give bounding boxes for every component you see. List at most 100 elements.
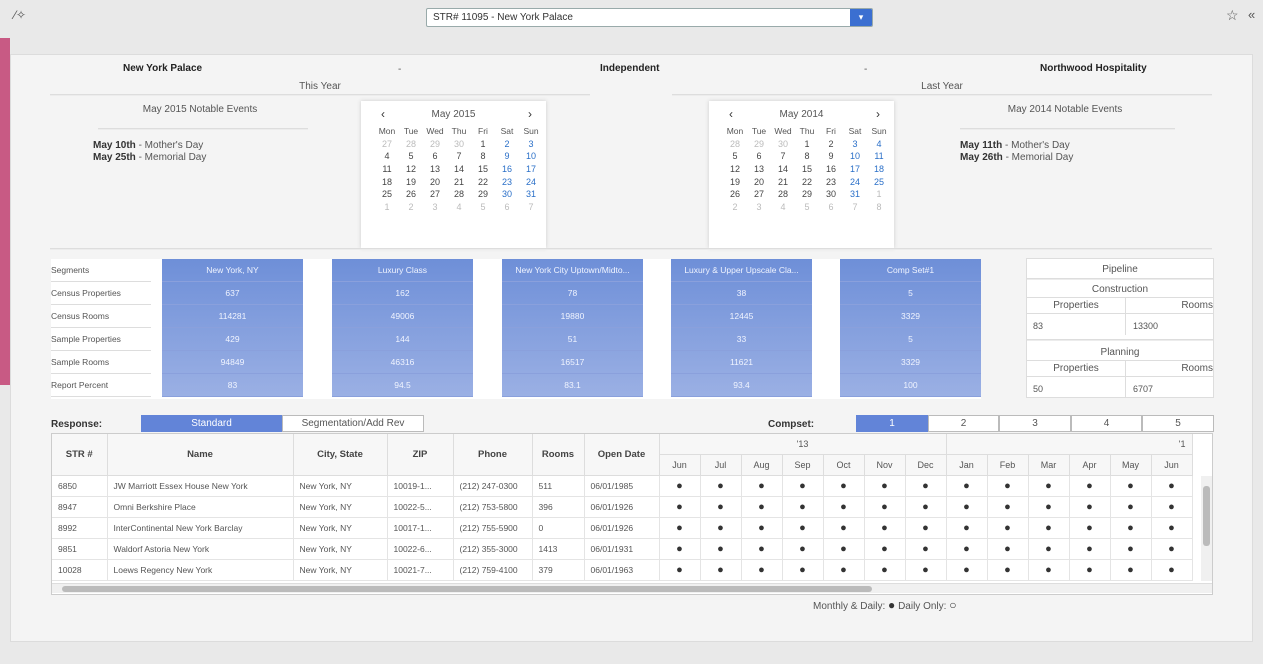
availability-dot-icon[interactable]: ● xyxy=(782,496,824,518)
availability-dot-icon[interactable]: ● xyxy=(700,496,742,518)
calendar-day[interactable]: 30 xyxy=(495,188,519,201)
availability-dot-icon[interactable]: ● xyxy=(823,517,865,539)
segment-column[interactable]: Luxury & Upper Upscale Cla... 38 12445 3… xyxy=(671,259,812,397)
calendar-day[interactable]: 8 xyxy=(471,150,495,163)
availability-dot-icon[interactable]: ● xyxy=(700,538,742,560)
table-row[interactable]: 10028 Loews Regency New York New York, NY 1… xyxy=(52,559,1193,581)
tab-compset-1[interactable]: 1 xyxy=(856,415,928,432)
double-chevron-left-icon[interactable]: « xyxy=(1248,7,1255,22)
availability-dot-icon[interactable]: ● xyxy=(987,538,1029,560)
calendar-day[interactable]: 16 xyxy=(819,163,843,176)
calendar-day[interactable]: 5 xyxy=(723,150,747,163)
column-header[interactable]: Open Date xyxy=(584,434,660,476)
vertical-scrollbar[interactable] xyxy=(1201,476,1212,581)
availability-dot-icon[interactable]: ● xyxy=(1151,496,1193,518)
calendar-day[interactable]: 26 xyxy=(723,188,747,201)
availability-dot-icon[interactable]: ● xyxy=(987,496,1029,518)
calendar-day[interactable]: 3 xyxy=(519,138,543,151)
calendar-day[interactable]: 3 xyxy=(747,201,771,214)
calendar-day[interactable]: 25 xyxy=(867,175,891,188)
availability-dot-icon[interactable]: ● xyxy=(987,475,1029,497)
column-header[interactable]: Rooms xyxy=(532,434,585,476)
scroll-thumb[interactable] xyxy=(62,586,872,592)
calendar-day[interactable]: 5 xyxy=(471,201,495,214)
availability-dot-icon[interactable]: ● xyxy=(1069,496,1111,518)
calendar-day[interactable]: 26 xyxy=(399,188,423,201)
column-header[interactable]: ZIP xyxy=(387,434,454,476)
availability-dot-icon[interactable]: ● xyxy=(741,559,783,581)
availability-dot-icon[interactable]: ● xyxy=(782,475,824,497)
calendar-day[interactable]: 16 xyxy=(495,163,519,176)
availability-dot-icon[interactable]: ● xyxy=(1069,517,1111,539)
availability-dot-icon[interactable]: ● xyxy=(1151,517,1193,539)
calendar-day[interactable]: 15 xyxy=(471,163,495,176)
availability-dot-icon[interactable]: ● xyxy=(659,496,701,518)
calendar-day[interactable]: 27 xyxy=(375,138,399,151)
calendar-day[interactable]: 13 xyxy=(747,163,771,176)
availability-dot-icon[interactable]: ● xyxy=(905,475,947,497)
calendar-day[interactable]: 6 xyxy=(423,150,447,163)
column-header[interactable]: STR # xyxy=(52,434,108,476)
availability-dot-icon[interactable]: ● xyxy=(782,517,824,539)
availability-dot-icon[interactable]: ● xyxy=(1028,538,1070,560)
calendar-day[interactable]: 28 xyxy=(771,188,795,201)
segment-column[interactable]: New York City Uptown/Midto... 78 19880 5… xyxy=(502,259,643,397)
calendar-day[interactable]: 15 xyxy=(795,163,819,176)
availability-dot-icon[interactable]: ● xyxy=(905,538,947,560)
calendar-day[interactable]: 2 xyxy=(399,201,423,214)
tab-compset-2[interactable]: 2 xyxy=(928,415,999,432)
availability-dot-icon[interactable]: ● xyxy=(1028,517,1070,539)
magic-wand-icon[interactable]: ⁄✧ xyxy=(14,8,28,22)
calendar-day[interactable]: 1 xyxy=(471,138,495,151)
availability-dot-icon[interactable]: ● xyxy=(1110,559,1152,581)
availability-dot-icon[interactable]: ● xyxy=(946,496,988,518)
availability-dot-icon[interactable]: ● xyxy=(823,559,865,581)
availability-dot-icon[interactable]: ● xyxy=(700,517,742,539)
calendar-day[interactable]: 6 xyxy=(819,201,843,214)
calendar-day[interactable]: 22 xyxy=(795,175,819,188)
calendar-day[interactable]: 8 xyxy=(867,201,891,214)
availability-dot-icon[interactable]: ● xyxy=(823,538,865,560)
calendar-day[interactable]: 8 xyxy=(795,150,819,163)
calendar-day[interactable]: 11 xyxy=(375,163,399,176)
calendar-day[interactable]: 29 xyxy=(423,138,447,151)
calendar-day[interactable]: 17 xyxy=(843,163,867,176)
calendar-day[interactable]: 10 xyxy=(519,150,543,163)
availability-dot-icon[interactable]: ● xyxy=(659,517,701,539)
table-row[interactable]: 6850 JW Marriott Essex House New York New … xyxy=(52,475,1193,497)
calendar-day[interactable]: 7 xyxy=(843,201,867,214)
tab-standard[interactable]: Standard xyxy=(141,415,282,432)
horizontal-scrollbar[interactable] xyxy=(52,583,1212,593)
availability-dot-icon[interactable]: ● xyxy=(905,496,947,518)
table-row[interactable]: 8992 InterContinental New York Barclay New… xyxy=(52,517,1193,539)
availability-dot-icon[interactable]: ● xyxy=(741,475,783,497)
calendar-day[interactable]: 12 xyxy=(723,163,747,176)
calendar-day[interactable]: 22 xyxy=(471,175,495,188)
availability-dot-icon[interactable]: ● xyxy=(1028,496,1070,518)
calendar-day[interactable]: 27 xyxy=(423,188,447,201)
availability-dot-icon[interactable]: ● xyxy=(1151,475,1193,497)
availability-dot-icon[interactable]: ● xyxy=(1110,517,1152,539)
availability-dot-icon[interactable]: ● xyxy=(782,538,824,560)
calendar-day[interactable]: 21 xyxy=(447,175,471,188)
chevron-down-icon[interactable]: ▾ xyxy=(850,9,872,26)
calendar-day[interactable]: 24 xyxy=(519,175,543,188)
availability-dot-icon[interactable]: ● xyxy=(1028,559,1070,581)
availability-dot-icon[interactable]: ● xyxy=(946,475,988,497)
column-header[interactable]: Name xyxy=(107,434,294,476)
calendar-day[interactable]: 9 xyxy=(819,150,843,163)
calendar-day[interactable]: 19 xyxy=(399,175,423,188)
tab-segmentation-add-rev[interactable]: Segmentation/Add Rev xyxy=(282,415,424,432)
calendar-day[interactable]: 21 xyxy=(771,175,795,188)
calendar-day[interactable]: 30 xyxy=(771,138,795,151)
calendar-day[interactable]: 18 xyxy=(867,163,891,176)
calendar-day[interactable]: 14 xyxy=(447,163,471,176)
calendar-day[interactable]: 28 xyxy=(723,138,747,151)
availability-dot-icon[interactable]: ● xyxy=(659,475,701,497)
availability-dot-icon[interactable]: ● xyxy=(946,559,988,581)
availability-dot-icon[interactable]: ● xyxy=(700,559,742,581)
availability-dot-icon[interactable]: ● xyxy=(905,517,947,539)
availability-dot-icon[interactable]: ● xyxy=(864,475,906,497)
chevron-right-icon[interactable]: › xyxy=(528,107,532,121)
calendar-day[interactable]: 28 xyxy=(447,188,471,201)
